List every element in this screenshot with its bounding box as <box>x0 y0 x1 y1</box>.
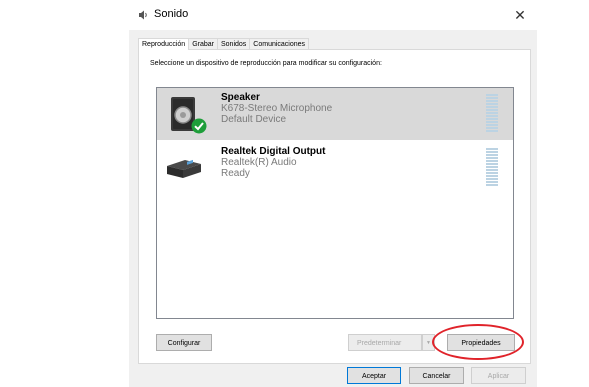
device-info-speaker: Speaker K678-Stereo Microphone Default D… <box>221 92 332 125</box>
device-info-digital-output: Realtek Digital Output Realtek(R) Audio … <box>221 146 325 179</box>
set-default-label: Predeterminar <box>357 340 402 347</box>
list-item-digital-output[interactable]: Realtek Digital Output Realtek(R) Audio … <box>157 142 513 194</box>
level-meter-icon <box>486 94 498 132</box>
device-description: Realtek(R) Audio <box>221 157 297 168</box>
close-button[interactable]: ✕ <box>511 6 529 24</box>
apply-button[interactable]: Aplicar <box>471 367 526 384</box>
list-item-speaker[interactable]: Speaker K678-Stereo Microphone Default D… <box>157 88 513 140</box>
check-icon <box>191 118 207 134</box>
tab-communications[interactable]: Comunicaciones <box>249 38 310 49</box>
speaker-small-icon <box>139 10 147 20</box>
instruction-text: Seleccione un dispositivo de reproducció… <box>150 60 382 67</box>
device-name: Realtek Digital Output <box>221 146 326 157</box>
playback-panel: Seleccione un dispositivo de reproducció… <box>138 49 531 364</box>
device-status: Default Device <box>221 114 287 125</box>
tab-playback[interactable]: Reproducción <box>138 38 190 50</box>
properties-button[interactable]: Propiedades <box>447 334 515 351</box>
sound-dialog: Sonido ✕ Reproducción Grabar Sonidos Com… <box>129 0 537 387</box>
configure-button[interactable]: Configurar <box>156 334 212 351</box>
tab-sounds[interactable]: Sonidos <box>217 38 251 49</box>
ok-button[interactable]: Aceptar <box>347 367 401 384</box>
cancel-button[interactable]: Cancelar <box>409 367 464 384</box>
window-title: Sonido <box>154 8 189 20</box>
device-description: K678-Stereo Microphone <box>221 103 333 114</box>
tab-strip: Reproducción Grabar Sonidos Comunicacion… <box>138 35 310 50</box>
level-meter-icon <box>486 148 498 186</box>
tab-recording[interactable]: Grabar <box>188 38 218 49</box>
device-name: Speaker <box>221 92 260 103</box>
device-status: Ready <box>221 168 250 179</box>
set-default-dropdown[interactable]: ▼ <box>422 334 435 351</box>
device-list[interactable]: Speaker K678-Stereo Microphone Default D… <box>156 87 514 319</box>
digital-output-icon <box>167 159 201 178</box>
title-bar: Sonido ✕ <box>129 0 537 30</box>
set-default-button[interactable]: Predeterminar <box>348 334 422 351</box>
